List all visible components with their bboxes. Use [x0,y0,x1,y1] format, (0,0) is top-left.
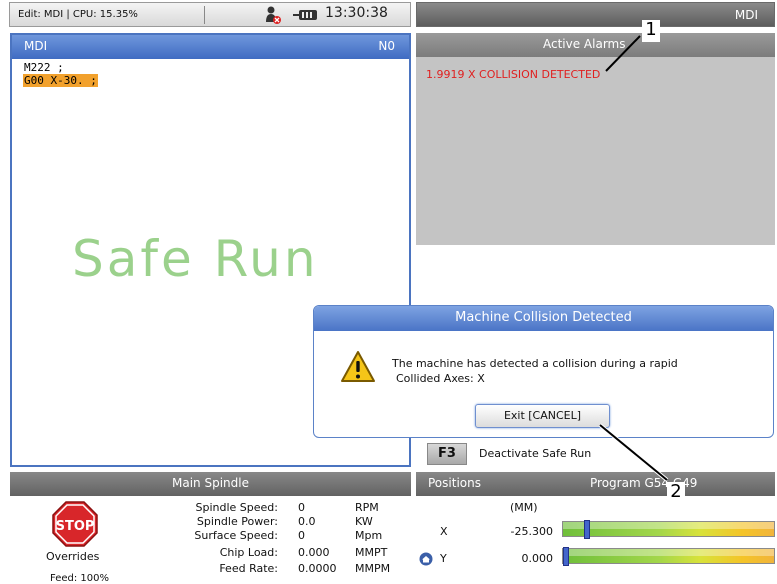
f3-key[interactable]: F3 [427,443,467,465]
chip-load-unit: MMPT [355,546,388,559]
spindle-header: Main Spindle [10,472,411,496]
home-icon [419,552,433,566]
collision-dialog: Machine Collision Detected The machine h… [313,305,774,438]
positions-title: Positions [428,476,481,490]
alarm-message[interactable]: 1.9919 X COLLISION DETECTED [426,68,600,81]
feed-rate-value: 0.0000 [298,562,337,575]
surface-speed-unit: Mpm [355,529,383,542]
surface-speed-value: 0 [298,529,305,542]
status-divider [204,6,205,24]
dialog-message: The machine has detected a collision dur… [392,357,678,370]
chip-load-label: Chip Load: [219,546,278,559]
mode-label: MDI [734,8,758,22]
spindle-panel: STOP Overrides Feed: 100% Spindle Speed:… [10,496,411,584]
axis-x-label: X [440,525,448,538]
sequence-number: N0 [378,39,395,53]
top-status-bar: Edit: MDI | CPU: 15.35% 13:30:38 MDI [0,0,777,30]
spindle-speed-label: Spindle Speed: [195,501,278,514]
feed-rate-unit: MMPM [355,562,391,575]
positions-header: Positions Program G54 G49 [416,472,775,496]
axis-y-bar [562,547,775,566]
edit-cpu-status: Edit: MDI | CPU: 15.35% [18,9,138,20]
mode-bar: MDI [416,2,775,27]
axis-x-value: -25.300 [510,525,553,538]
status-strip: Edit: MDI | CPU: 15.35% 13:30:38 [9,2,411,27]
feed-rate-label: Feed Rate: [219,562,278,575]
callout-1: 1 [642,20,660,42]
alarms-title: Active Alarms [543,37,626,51]
alarms-header: Active Alarms [416,33,775,57]
spindle-power-unit: KW [355,515,373,528]
dialog-axes-message: Collided Axes: X [396,372,485,385]
bar-gloss [563,549,774,556]
positions-panel: (MM) X -25.300 Y 0.000 [416,496,775,579]
axis-y-value: 0.000 [521,552,554,565]
mdi-title: MDI [24,39,48,53]
deactivate-safe-run-label: Deactivate Safe Run [479,447,592,460]
callout-2: 2 [667,482,685,504]
exit-cancel-button[interactable]: Exit [CANCEL] [475,404,610,428]
code-line-highlighted[interactable]: G00 X-30. ; [23,74,98,87]
spindle-power-value: 0.0 [298,515,316,528]
stop-icon[interactable]: STOP [52,501,98,547]
surface-speed-label: Surface Speed: [194,529,278,542]
user-icon [266,6,281,24]
bar-gloss [563,522,774,529]
chip-load-value: 0.000 [298,546,330,559]
code-line[interactable]: M222 ; [24,61,64,74]
axis-x-bar [562,520,775,539]
stop-label: STOP [56,519,95,534]
spindle-speed-value: 0 [298,501,305,514]
battery-icon [293,10,317,20]
spindle-title: Main Spindle [172,476,249,490]
axis-x-marker [584,520,590,539]
warning-icon [341,351,375,382]
position-units: (MM) [510,501,538,514]
mdi-header: MDI N0 [12,35,409,59]
safe-run-watermark: Safe Run [72,230,319,288]
dialog-header: Machine Collision Detected [314,306,773,331]
axis-y-marker [563,547,569,566]
clock: 13:30:38 [325,5,388,21]
overrides-label: Overrides [46,550,100,563]
axis-y-label: Y [440,552,447,565]
dialog-title: Machine Collision Detected [455,310,632,325]
spindle-power-label: Spindle Power: [196,515,278,528]
spindle-speed-unit: RPM [355,501,379,514]
active-alarms-panel: Active Alarms 1.9919 X COLLISION DETECTE… [416,33,775,245]
